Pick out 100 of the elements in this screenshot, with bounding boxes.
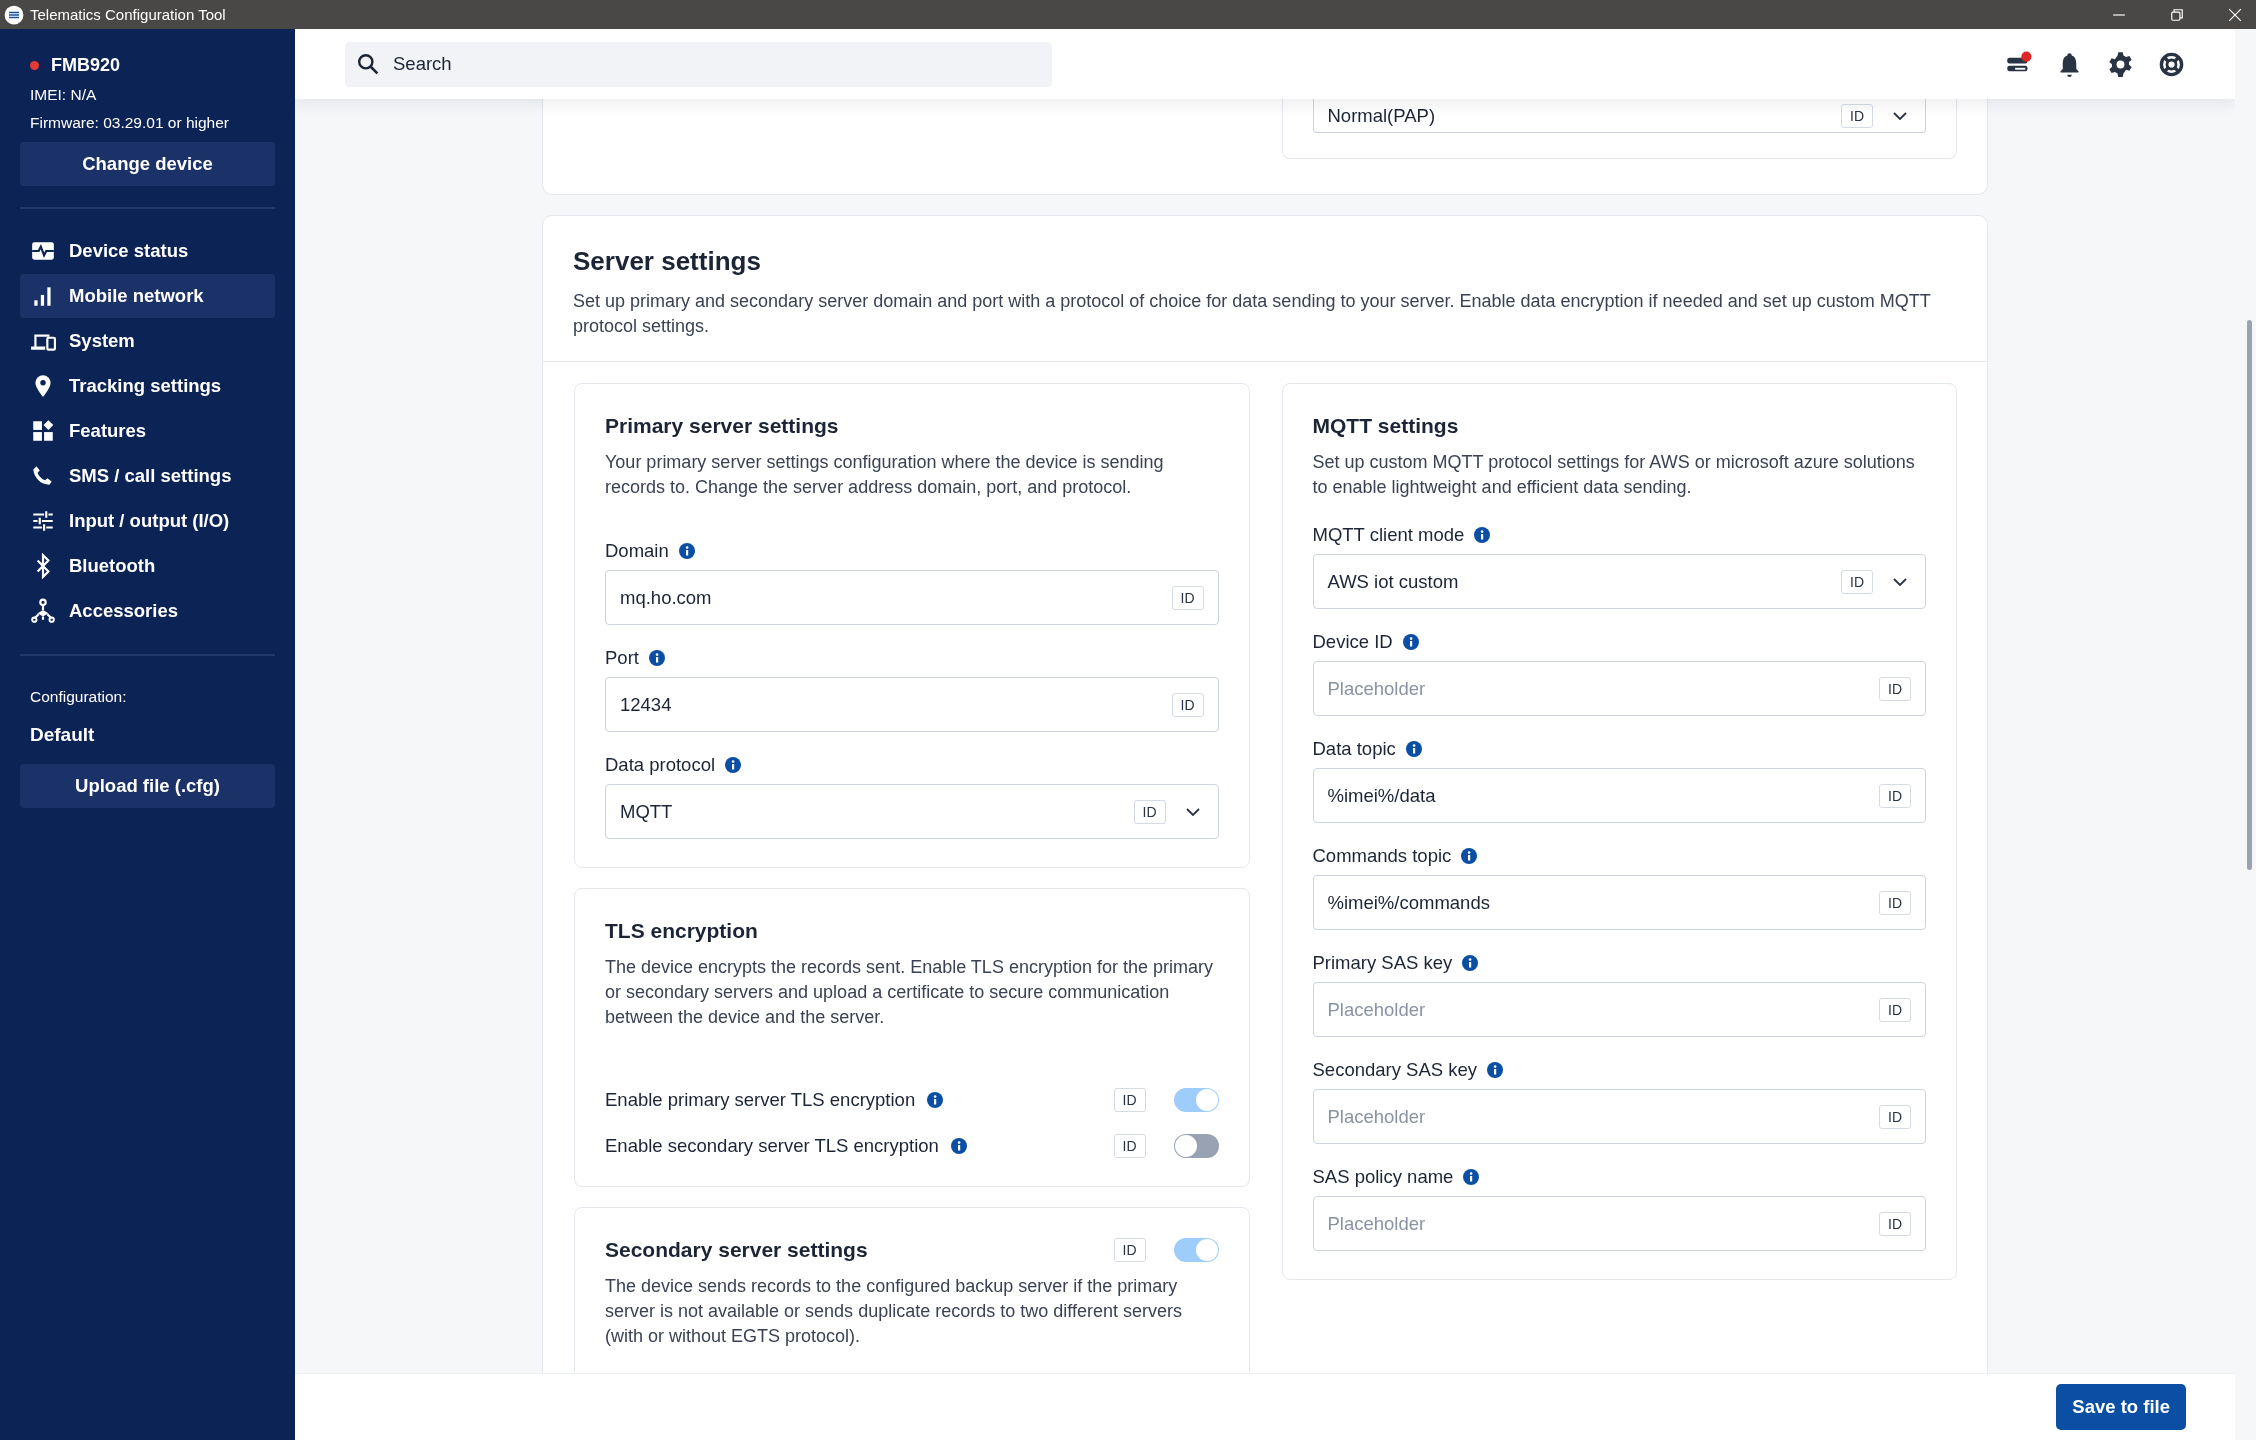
- nav-item[interactable]: System: [20, 319, 275, 363]
- info-icon[interactable]: [1474, 527, 1491, 543]
- configuration-name: Default: [30, 724, 96, 746]
- nav-item[interactable]: Tracking settings: [20, 364, 275, 408]
- restore-icon[interactable]: [2170, 7, 2184, 22]
- id-tag[interactable]: ID: [1113, 1134, 1146, 1158]
- dropdown-field[interactable]: AWS iot custom ID: [1312, 554, 1926, 609]
- change-device-button[interactable]: Change device: [20, 142, 275, 186]
- nav-item[interactable]: Accessories: [20, 589, 275, 633]
- info-icon[interactable]: [648, 650, 665, 666]
- device-name: FMB920: [51, 55, 121, 76]
- nav-item[interactable]: Features: [20, 409, 275, 453]
- firmware-text: Firmware: 03.29.01 or higher: [30, 114, 230, 132]
- field-value: mq.ho.com: [620, 586, 713, 609]
- id-tag[interactable]: ID: [1879, 676, 1911, 701]
- info-icon[interactable]: [725, 757, 742, 773]
- field-placeholder: Placeholder: [1327, 677, 1427, 700]
- toggle-switch[interactable]: [1173, 1088, 1219, 1112]
- id-tag[interactable]: ID: [1133, 799, 1166, 824]
- id-tag[interactable]: ID: [1879, 783, 1911, 808]
- section-title: Server settings: [573, 246, 762, 277]
- search-icon: [357, 52, 379, 75]
- field-label: Secondary SAS key: [1312, 1059, 1478, 1081]
- input-field[interactable]: Placeholder ID: [1312, 1196, 1926, 1251]
- input-field[interactable]: %imei%/commands ID: [1312, 875, 1926, 930]
- close-icon[interactable]: [2228, 7, 2242, 22]
- hub-icon: [30, 598, 56, 624]
- toggle-label: Enable secondary server TLS encryption: [605, 1135, 939, 1157]
- id-tag[interactable]: ID: [1841, 103, 1873, 128]
- field-value: MQTT: [620, 800, 674, 823]
- panel-description: The device sends records to the configured backup server if the primary server is not available or sends duplicate records to two different servers (with or without EGTS protocol).: [605, 1275, 1183, 1348]
- info-icon[interactable]: [1487, 1062, 1504, 1078]
- nav-item[interactable]: Device status: [20, 229, 275, 273]
- info-icon[interactable]: [1405, 741, 1422, 757]
- settings-icon[interactable]: [2107, 50, 2134, 78]
- configuration-label: Configuration:: [30, 688, 128, 706]
- input-field[interactable]: Placeholder ID: [1312, 661, 1926, 716]
- info-icon[interactable]: [1461, 848, 1478, 864]
- toggle-label: Enable primary server TLS encryption: [605, 1089, 916, 1111]
- field-label: Data topic: [1312, 738, 1396, 760]
- dropdown-field[interactable]: Normal(PAP) ID: [1312, 99, 1926, 133]
- info-icon[interactable]: [927, 1092, 944, 1108]
- id-tag[interactable]: ID: [1879, 997, 1911, 1022]
- id-tag[interactable]: ID: [1841, 569, 1873, 594]
- info-icon[interactable]: [950, 1138, 967, 1154]
- window-title: Telematics Configuration Tool: [30, 6, 227, 23]
- info-icon[interactable]: [1402, 634, 1419, 650]
- input-field[interactable]: %imei%/data ID: [1312, 768, 1926, 823]
- dropdown-field[interactable]: MQTT ID: [605, 784, 1219, 839]
- nav-item[interactable]: Mobile network: [20, 274, 275, 318]
- field-value: %imei%/commands: [1327, 891, 1491, 914]
- info-icon[interactable]: [1463, 1169, 1480, 1185]
- field-value: %imei%/data: [1327, 784, 1437, 807]
- id-tag[interactable]: ID: [1879, 1211, 1911, 1236]
- scrollbar-thumb[interactable]: [2247, 320, 2252, 870]
- panel-description: The device encrypts the records sent. Enable TLS encryption for the primary or secondary servers and upload a certificate to secure communication between the device and the server.: [605, 956, 1214, 1029]
- field-label: MQTT client mode: [1312, 524, 1465, 546]
- search-field[interactable]: Search: [345, 41, 1052, 87]
- field-label: SAS policy name: [1312, 1166, 1454, 1188]
- help-lifebuoy-icon[interactable]: [2158, 50, 2185, 78]
- widgets-icon: [30, 418, 56, 444]
- field-label: Domain: [605, 540, 669, 562]
- id-tag[interactable]: ID: [1171, 585, 1204, 610]
- field-label: Device ID: [1312, 631, 1393, 653]
- chevron-down-icon: [1893, 111, 1907, 120]
- toggle-switch[interactable]: [1173, 1238, 1219, 1262]
- id-tag[interactable]: ID: [1113, 1238, 1146, 1262]
- panel-title: Primary server settings: [605, 414, 840, 438]
- save-to-file-button[interactable]: Save to file: [2056, 1384, 2186, 1430]
- input-field[interactable]: mq.ho.com ID: [605, 570, 1219, 625]
- field-label: Port: [605, 647, 639, 669]
- field-placeholder: Placeholder: [1327, 998, 1427, 1021]
- chevron-down-icon: [1893, 577, 1907, 586]
- panel-title: TLS encryption: [605, 919, 759, 943]
- id-tag[interactable]: ID: [1879, 890, 1911, 915]
- upload-file-button[interactable]: Upload file (.cfg): [20, 764, 275, 808]
- nav-item[interactable]: Input / output (I/O): [20, 499, 275, 543]
- field-value: 12434: [620, 693, 673, 716]
- nav-item[interactable]: Bluetooth: [20, 544, 275, 588]
- nav-item[interactable]: SMS / call settings: [20, 454, 275, 498]
- section-description: Set up primary and secondary server domain and port with a protocol of choice for data sending to your server. Enable data encryption if needed and set up custom MQTT protocol settings.: [573, 290, 1932, 338]
- imei-text: IMEI: N/A: [30, 86, 98, 104]
- panel-description: Set up custom MQTT protocol settings for AWS or microsoft azure solutions to enable lightweight and efficient data sending.: [1312, 451, 1916, 499]
- input-field[interactable]: 12434 ID: [605, 677, 1219, 732]
- chevron-down-icon: [1185, 807, 1200, 816]
- app-logo-icon: [4, 4, 24, 25]
- toggle-switch[interactable]: [1173, 1134, 1219, 1158]
- panel-description: Your primary server settings configuration where the device is sending records to. Change the server address domain, port, and protocol.: [605, 451, 1165, 499]
- info-icon[interactable]: [1462, 955, 1479, 971]
- id-tag[interactable]: ID: [1113, 1088, 1146, 1112]
- field-value: AWS iot custom: [1327, 570, 1460, 593]
- input-field[interactable]: Placeholder ID: [1312, 1089, 1926, 1144]
- info-icon[interactable]: [678, 543, 695, 559]
- field-label: Primary SAS key: [1312, 952, 1453, 974]
- input-field[interactable]: Placeholder ID: [1312, 982, 1926, 1037]
- panel-title: MQTT settings: [1312, 414, 1460, 438]
- id-tag[interactable]: ID: [1879, 1104, 1911, 1129]
- field-placeholder: Placeholder: [1327, 1212, 1427, 1235]
- id-tag[interactable]: ID: [1171, 692, 1204, 717]
- field-value: Normal(PAP): [1327, 104, 1437, 127]
